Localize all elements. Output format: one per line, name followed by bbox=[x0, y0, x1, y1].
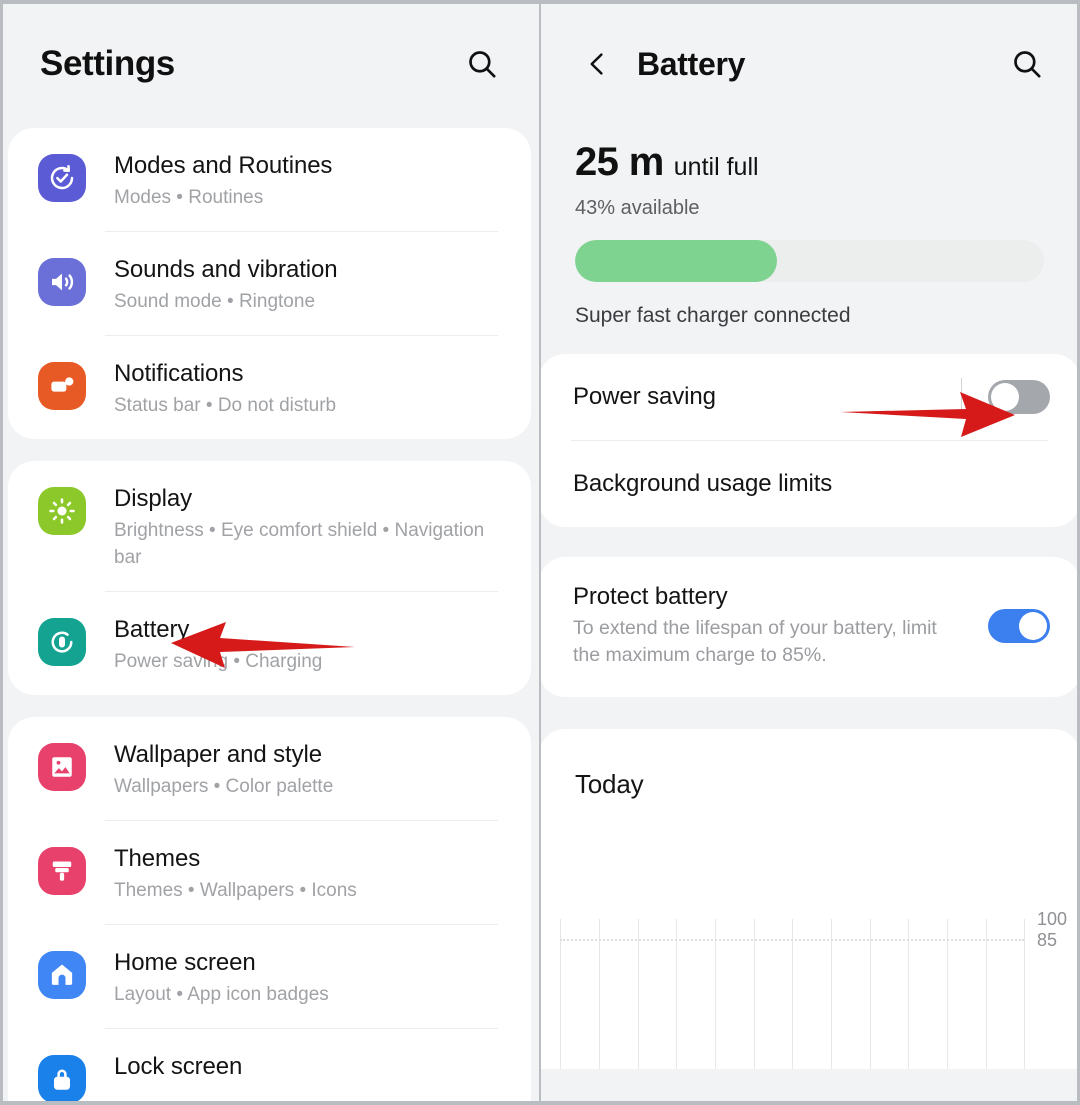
gridline bbox=[831, 919, 832, 1069]
reference-line-85 bbox=[560, 939, 1024, 941]
pane-divider bbox=[539, 0, 541, 1105]
gridline bbox=[986, 919, 987, 1069]
sidebar-item-lock-screen[interactable]: Lock screen bbox=[8, 1029, 531, 1103]
item-title: Lock screen bbox=[114, 1053, 243, 1080]
gridline bbox=[676, 919, 677, 1069]
item-subtitle: Sound mode • Ringtone bbox=[114, 291, 316, 312]
y-tick-100: 100 bbox=[1037, 909, 1068, 929]
toggle-knob bbox=[1019, 612, 1047, 640]
item-title: Display bbox=[114, 485, 192, 512]
battery-progress-fill bbox=[575, 240, 777, 282]
battery-progress-bar bbox=[575, 240, 1044, 282]
gridline bbox=[908, 919, 909, 1069]
item-title: Wallpaper and style bbox=[114, 741, 322, 768]
item-title: Modes and Routines bbox=[114, 152, 333, 179]
lock-screen-icon bbox=[38, 1055, 86, 1103]
item-subtitle: Themes • Wallpapers • Icons bbox=[114, 880, 357, 901]
chevron-left-icon[interactable] bbox=[575, 42, 619, 86]
item-text: Home screen Layout • App icon badges bbox=[114, 947, 329, 1008]
gridline bbox=[947, 919, 948, 1069]
protect-battery-description: To extend the lifespan of your battery, … bbox=[573, 617, 937, 666]
annotation-arrow-power-saving bbox=[840, 392, 1015, 437]
background-usage-limits-label: Background usage limits bbox=[573, 470, 833, 497]
item-text: Themes Themes • Wallpapers • Icons bbox=[114, 843, 357, 904]
settings-pane: Settings Modes and Routines Modes • Rout… bbox=[0, 0, 539, 1105]
battery-icon bbox=[38, 618, 86, 666]
battery-usage-chart: 100 85 0% 0 12 bbox=[539, 869, 1080, 1069]
time-value: 25 m bbox=[575, 140, 664, 184]
battery-available: 43% available bbox=[575, 197, 700, 219]
gridline bbox=[870, 919, 871, 1069]
page-title: Battery bbox=[637, 45, 746, 82]
display-icon bbox=[38, 487, 86, 535]
sidebar-item-notifications[interactable]: Notifications Status bar • Do not distur… bbox=[8, 336, 531, 439]
y-tick-85: 85 bbox=[1037, 930, 1058, 950]
row-protect-battery[interactable]: Protect battery To extend the lifespan o… bbox=[539, 557, 1080, 697]
item-title: Themes bbox=[114, 845, 201, 872]
time-until-full: 25 m until full bbox=[575, 140, 1044, 185]
today-usage-card: Today 100 85 bbox=[539, 729, 1080, 1069]
themes-icon bbox=[38, 847, 86, 895]
settings-group-3: Wallpaper and style Wallpapers • Color p… bbox=[8, 717, 531, 1103]
app-screen: Settings Modes and Routines Modes • Rout… bbox=[0, 0, 1080, 1105]
item-subtitle: Brightness • Eye comfort shield • Naviga… bbox=[114, 520, 485, 568]
item-text: Sounds and vibration Sound mode • Ringto… bbox=[114, 254, 338, 315]
protect-battery-title: Protect battery bbox=[573, 583, 728, 610]
wallpaper-icon bbox=[38, 743, 86, 791]
item-title: Sounds and vibration bbox=[114, 256, 338, 283]
search-icon[interactable] bbox=[459, 41, 505, 87]
item-subtitle: Modes • Routines bbox=[114, 187, 264, 208]
gridline bbox=[560, 919, 561, 1069]
power-saving-label: Power saving bbox=[573, 383, 716, 410]
sidebar-item-sounds-and-vibration[interactable]: Sounds and vibration Sound mode • Ringto… bbox=[8, 232, 531, 335]
sidebar-item-home-screen[interactable]: Home screen Layout • App icon badges bbox=[8, 925, 531, 1028]
item-text: Wallpaper and style Wallpapers • Color p… bbox=[114, 739, 333, 800]
item-subtitle: Wallpapers • Color palette bbox=[114, 776, 334, 797]
gridline bbox=[792, 919, 793, 1069]
item-subtitle: Layout • App icon badges bbox=[114, 984, 329, 1005]
page-title: Settings bbox=[40, 44, 175, 83]
item-text: Modes and Routines Modes • Routines bbox=[114, 150, 332, 211]
gridline bbox=[599, 919, 600, 1069]
protect-battery-card: Protect battery To extend the lifespan o… bbox=[539, 557, 1080, 697]
battery-header: Battery bbox=[539, 0, 1080, 128]
search-icon[interactable] bbox=[1004, 41, 1050, 87]
home-screen-icon bbox=[38, 951, 86, 999]
item-title: Home screen bbox=[114, 949, 256, 976]
gridline bbox=[754, 919, 755, 1069]
window-left-edge bbox=[0, 0, 3, 1105]
window-bottom-edge bbox=[0, 1101, 1080, 1105]
protect-battery-toggle[interactable] bbox=[988, 609, 1050, 643]
item-title: Notifications bbox=[114, 360, 244, 387]
sound-icon bbox=[38, 258, 86, 306]
sidebar-item-modes-and-routines[interactable]: Modes and Routines Modes • Routines bbox=[8, 128, 531, 231]
modes-routines-icon bbox=[38, 154, 86, 202]
gridline bbox=[715, 919, 716, 1069]
today-title: Today bbox=[575, 769, 644, 799]
item-text: Notifications Status bar • Do not distur… bbox=[114, 358, 336, 419]
annotation-arrow-battery bbox=[171, 622, 355, 668]
item-text: Lock screen bbox=[114, 1051, 242, 1082]
time-suffix: until full bbox=[673, 153, 759, 181]
gridline bbox=[638, 919, 639, 1069]
sidebar-item-display[interactable]: Display Brightness • Eye comfort shield … bbox=[8, 461, 531, 591]
row-background-usage-limits[interactable]: Background usage limits bbox=[539, 441, 1080, 527]
settings-header: Settings bbox=[0, 0, 539, 128]
window-top-edge bbox=[0, 0, 1080, 4]
notifications-icon bbox=[38, 362, 86, 410]
charger-status: Super fast charger connected bbox=[575, 304, 851, 327]
item-text: Display Brightness • Eye comfort shield … bbox=[114, 483, 504, 571]
battery-pane: Battery 25 m until full 43% available Su… bbox=[539, 0, 1080, 1105]
gridline bbox=[1024, 919, 1025, 1069]
protect-text: Protect battery To extend the lifespan o… bbox=[573, 583, 988, 669]
sidebar-item-themes[interactable]: Themes Themes • Wallpapers • Icons bbox=[8, 821, 531, 924]
settings-group-1: Modes and Routines Modes • Routines Soun… bbox=[8, 128, 531, 439]
sidebar-item-wallpaper-and-style[interactable]: Wallpaper and style Wallpapers • Color p… bbox=[8, 717, 531, 820]
item-subtitle: Status bar • Do not disturb bbox=[114, 395, 337, 416]
battery-summary: 25 m until full 43% available Super fast… bbox=[539, 128, 1080, 328]
